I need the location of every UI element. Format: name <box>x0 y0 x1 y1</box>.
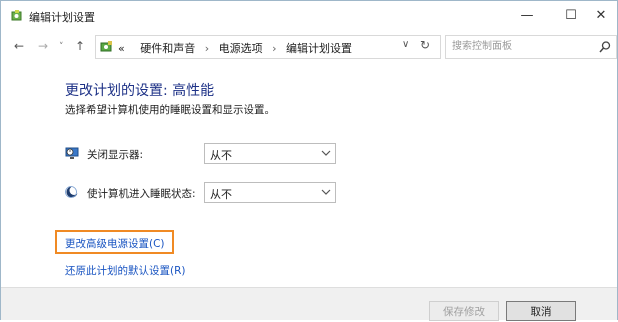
breadcrumb-overflow[interactable]: « <box>118 42 125 55</box>
address-dropdown-button[interactable]: ∨ <box>402 39 409 50</box>
minimize-button[interactable]: — <box>505 1 549 31</box>
refresh-button[interactable]: ↻ <box>420 38 430 52</box>
display-off-select[interactable]: 从不 <box>204 143 336 164</box>
forward-button[interactable]: → <box>38 39 48 53</box>
search-input[interactable] <box>452 39 592 54</box>
search-box[interactable] <box>445 35 617 59</box>
chevron-down-icon <box>321 150 331 156</box>
display-off-label: 关闭显示器: <box>87 149 144 161</box>
display-timer-icon <box>65 147 79 159</box>
control-panel-icon <box>100 41 112 52</box>
search-icon[interactable] <box>598 40 612 54</box>
footer-bar: 保存修改 取消 <box>1 287 617 321</box>
restore-defaults-link[interactable]: 还原此计划的默认设置(R) <box>65 263 186 278</box>
back-button[interactable]: ← <box>14 39 24 53</box>
chevron-down-icon <box>321 189 331 195</box>
breadcrumb-power-options[interactable]: 电源选项 <box>219 42 263 55</box>
cancel-button[interactable]: 取消 <box>506 301 576 321</box>
breadcrumb: « 硬件和声音 › 电源选项 › 编辑计划设置 <box>118 40 352 56</box>
navigation-bar: ← → ˅ ↑ « 硬件和声音 › 电源选项 › 编辑计划设置 ∨ ↻ <box>1 31 617 63</box>
recent-locations-button[interactable]: ˅ <box>59 42 64 52</box>
title-bar: 编辑计划设置 — ☐ ✕ <box>1 1 617 31</box>
sleep-value: 从不 <box>210 188 232 201</box>
sleep-moon-icon <box>65 186 79 198</box>
sleep-label: 使计算机进入睡眠状态: <box>87 188 196 200</box>
page-subtitle: 选择希望计算机使用的睡眠设置和显示设置。 <box>65 104 275 116</box>
breadcrumb-hardware-sound[interactable]: 硬件和声音 <box>140 42 195 55</box>
page-title: 更改计划的设置: 高性能 <box>65 83 215 99</box>
power-options-app-icon <box>11 10 22 21</box>
window-title: 编辑计划设置 <box>29 11 95 24</box>
window: 编辑计划设置 — ☐ ✕ ← → ˅ ↑ « 硬件和声音 › 电源选项 › 编辑… <box>0 0 618 321</box>
breadcrumb-separator[interactable]: › <box>272 42 276 55</box>
breadcrumb-separator[interactable]: › <box>205 42 209 55</box>
display-off-value: 从不 <box>210 149 232 162</box>
up-button[interactable]: ↑ <box>75 39 85 53</box>
advanced-power-settings-link[interactable]: 更改高级电源设置(C) <box>65 236 165 251</box>
save-changes-button[interactable]: 保存修改 <box>429 301 499 321</box>
close-button[interactable]: ✕ <box>585 1 617 31</box>
address-bar[interactable]: « 硬件和声音 › 电源选项 › 编辑计划设置 ∨ ↻ <box>95 35 441 59</box>
breadcrumb-edit-plan[interactable]: 编辑计划设置 <box>286 42 352 55</box>
sleep-select[interactable]: 从不 <box>204 182 336 203</box>
